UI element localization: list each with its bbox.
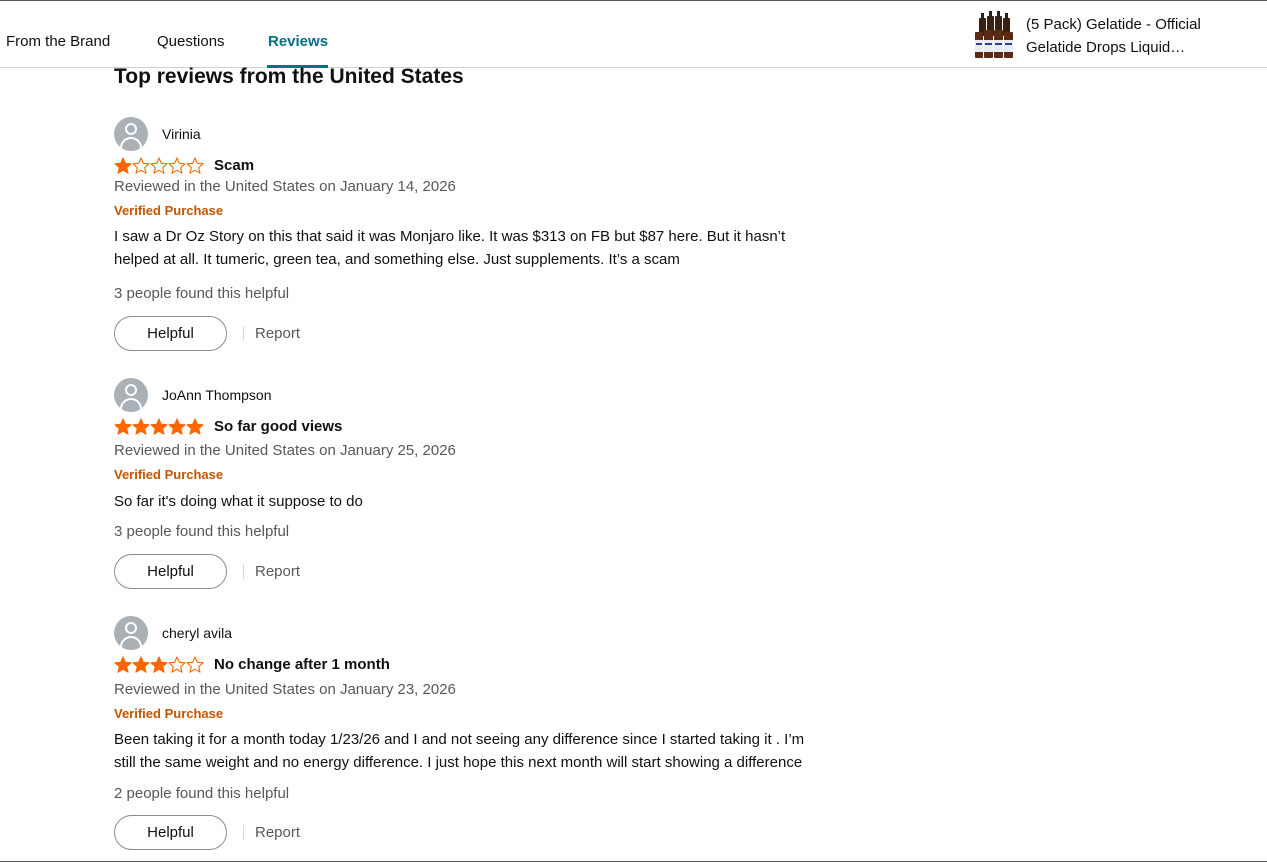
review-body-line: Been taking it for a month today 1/23/26… (114, 731, 805, 748)
review-title[interactable]: No change after 1 month (214, 656, 390, 673)
product-title-line: (5 Pack) Gelatide - Official (1026, 16, 1201, 33)
tab-from-the-brand[interactable]: From the Brand (6, 33, 110, 50)
review-body-line: helped at all. It tumeric, green tea, an… (114, 251, 680, 268)
reviewer-name: Virinia (162, 126, 201, 142)
top-nav-bar: From the Brand Questions Reviews (5 Pack… (0, 1, 1267, 68)
star-empty-icon (186, 156, 204, 174)
star-filled-icon (150, 417, 168, 435)
verified-purchase-badge[interactable]: Verified Purchase (114, 467, 223, 482)
report-link[interactable]: Report (255, 325, 300, 342)
helpful-button[interactable]: Helpful (114, 316, 227, 351)
helpful-count: 3 people found this helpful (114, 285, 290, 302)
star-filled-icon (186, 417, 204, 435)
avatar-icon (114, 117, 148, 151)
product-thumbnail-image[interactable] (973, 10, 1015, 62)
star-empty-icon (168, 655, 186, 673)
star-filled-icon (114, 156, 132, 174)
star-rating[interactable] (114, 156, 204, 174)
star-empty-icon (168, 156, 186, 174)
helpful-count: 2 people found this helpful (114, 785, 290, 802)
star-filled-icon (150, 655, 168, 673)
review-title-row: So far good views (114, 415, 342, 437)
product-title[interactable]: (5 Pack) Gelatide - Official Gelatide Dr… (1026, 13, 1246, 59)
star-rating[interactable] (114, 417, 204, 435)
tab-reviews[interactable]: Reviews (268, 33, 328, 50)
reviewer-name: cheryl avila (162, 625, 233, 641)
review-body-line: still the same weight and no energy diff… (114, 754, 803, 771)
review-date: Reviewed in the United States on January… (114, 681, 456, 698)
reviewer-name: JoAnn Thompson (162, 387, 272, 403)
helpful-button[interactable]: Helpful (114, 815, 227, 850)
verified-purchase-badge[interactable]: Verified Purchase (114, 706, 223, 721)
reviewer-profile[interactable]: cheryl avila (114, 616, 232, 650)
tab-questions[interactable]: Questions (157, 33, 225, 50)
review-title-row: No change after 1 month (114, 653, 390, 675)
star-rating[interactable] (114, 655, 204, 673)
star-filled-icon (132, 655, 150, 673)
star-empty-icon (150, 156, 168, 174)
star-filled-icon (114, 655, 132, 673)
helpful-button[interactable]: Helpful (114, 554, 227, 589)
reviewer-profile[interactable]: JoAnn Thompson (114, 378, 271, 412)
review-body-line: So far it's doing what it suppose to do (114, 493, 363, 510)
avatar-icon (114, 378, 148, 412)
verified-purchase-badge[interactable]: Verified Purchase (114, 203, 223, 218)
review-date: Reviewed in the United States on January… (114, 442, 456, 459)
review-title[interactable]: Scam (214, 157, 254, 174)
avatar-icon (114, 616, 148, 650)
product-title-line: Gelatide Drops Liquid… (1026, 39, 1186, 56)
star-filled-icon (168, 417, 186, 435)
action-divider (243, 326, 244, 341)
star-empty-icon (186, 655, 204, 673)
review-actions: Helpful Report (114, 316, 300, 351)
review-title-row: Scam (114, 154, 254, 176)
section-heading: Top reviews from the United States (114, 65, 464, 88)
action-divider (243, 825, 244, 840)
review-body: Been taking it for a month today 1/23/26… (114, 728, 874, 774)
reviewer-profile[interactable]: Virinia (114, 117, 201, 151)
report-link[interactable]: Report (255, 563, 300, 580)
star-filled-icon (114, 417, 132, 435)
report-link[interactable]: Report (255, 824, 300, 841)
helpful-count: 3 people found this helpful (114, 523, 290, 540)
action-divider (243, 564, 244, 579)
review-body-line: I saw a Dr Oz Story on this that said it… (114, 228, 786, 245)
review-actions: Helpful Report (114, 554, 300, 589)
review-actions: Helpful Report (114, 815, 300, 850)
review-title[interactable]: So far good views (214, 418, 342, 435)
review-date: Reviewed in the United States on January… (114, 178, 456, 195)
star-filled-icon (132, 417, 150, 435)
star-empty-icon (132, 156, 150, 174)
reviews-page: From the Brand Questions Reviews (5 Pack… (0, 0, 1267, 862)
review-body: I saw a Dr Oz Story on this that said it… (114, 225, 874, 271)
review-body: So far it's doing what it suppose to do (114, 490, 874, 513)
